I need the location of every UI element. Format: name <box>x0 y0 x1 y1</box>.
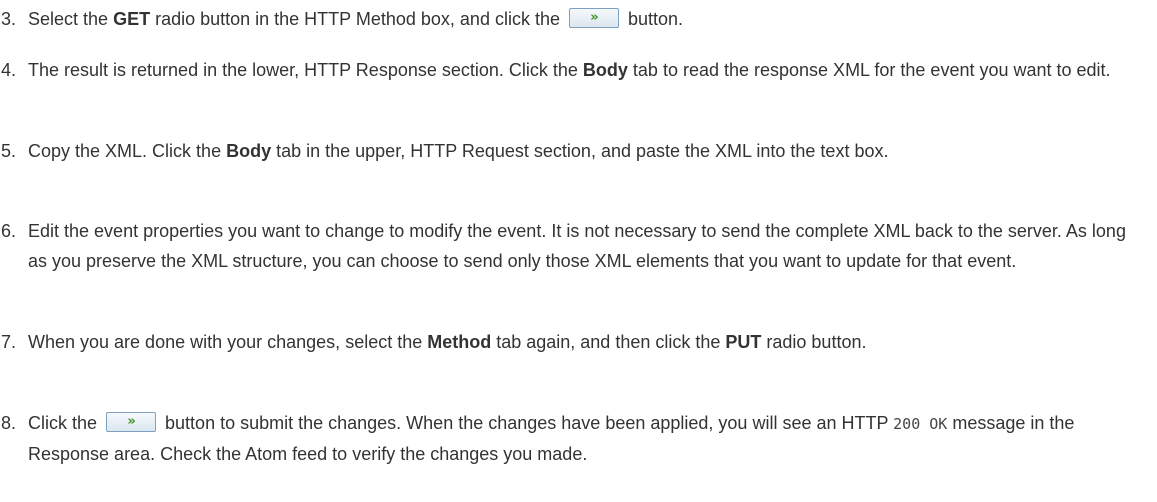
step-number: 4. <box>1 60 17 80</box>
step-text-segment: Edit the event properties you want to ch… <box>28 221 1126 271</box>
step-text-segment: Copy the XML. Click the <box>28 141 227 161</box>
ui-term-put: PUT <box>725 332 762 352</box>
step-text: The result is returned in the lower, HTT… <box>28 55 1148 85</box>
double-chevron-right-icon: » <box>127 414 135 429</box>
step-number: 3. <box>1 9 17 29</box>
step-text: Edit the event properties you want to ch… <box>28 216 1148 276</box>
step-text-segment: When you are done with your changes, sel… <box>28 332 428 352</box>
ui-term-get: GET <box>113 9 151 29</box>
step-text: Click the » button to submit the changes… <box>28 408 1148 469</box>
step-text-segment: button. <box>622 9 684 29</box>
ui-term-method: Method <box>427 332 492 352</box>
double-chevron-right-icon: » <box>590 10 598 25</box>
step-text-segment: tab in the upper, HTTP Request section, … <box>271 141 889 161</box>
step-text-segment: radio button in the HTTP Method box, and… <box>150 9 565 29</box>
step-text: When you are done with your changes, sel… <box>28 327 1148 357</box>
step-text-segment: Click the <box>28 413 103 433</box>
step-text-segment: tab again, and then click the <box>491 332 726 352</box>
submit-request-button[interactable]: » <box>568 8 619 28</box>
ui-term-body: Body <box>226 141 272 161</box>
step-number: 8. <box>1 413 17 433</box>
ui-term-body: Body <box>582 60 628 80</box>
step-text-segment: Select the <box>28 9 114 29</box>
step-text-segment: radio button. <box>761 332 867 352</box>
submit-request-button[interactable]: » <box>106 412 157 432</box>
step-text: Select the GET radio button in the HTTP … <box>28 4 1148 34</box>
step-text-segment: tab to read the response XML for the eve… <box>627 60 1111 80</box>
step-text-segment: button to submit the changes. When the c… <box>160 413 894 433</box>
step-number: 7. <box>1 332 17 352</box>
http-status-code: 200 OK <box>893 415 948 433</box>
step-text-segment: The result is returned in the lower, HTT… <box>28 60 583 80</box>
step-number: 6. <box>1 221 17 241</box>
step-text: Copy the XML. Click the Body tab in the … <box>28 136 1148 166</box>
step-number: 5. <box>1 141 17 161</box>
